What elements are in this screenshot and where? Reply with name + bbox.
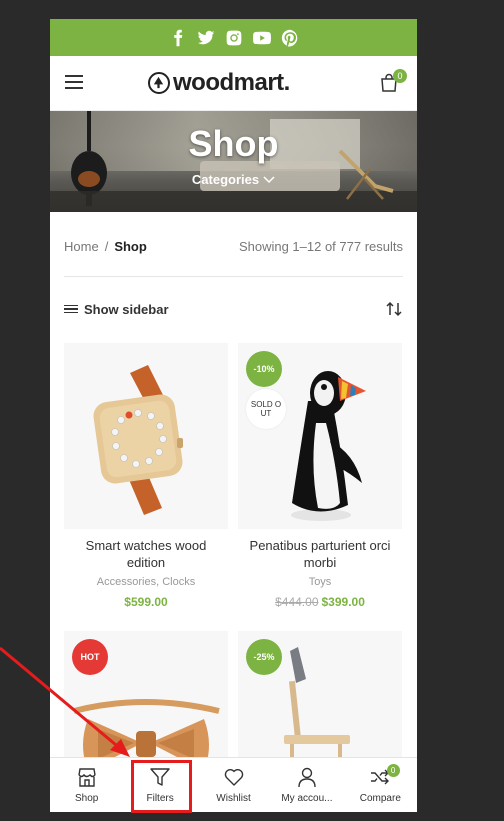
- discount-badge: -25%: [246, 639, 282, 675]
- shop-banner: Shop Categories: [50, 111, 417, 212]
- nav-wishlist-label: Wishlist: [216, 793, 251, 804]
- sold-out-text: SOLD O: [250, 400, 282, 409]
- discount-badge: -10%: [246, 351, 282, 387]
- menu-icon[interactable]: [65, 75, 83, 89]
- site-header: woodmart. 0: [50, 56, 417, 111]
- product-price: $444.00 $399.00: [238, 595, 402, 609]
- product-image[interactable]: -10% SOLD O UT: [238, 343, 402, 529]
- shop-toolbar: Show sidebar: [64, 301, 403, 317]
- wooden-watch-image: [93, 365, 183, 515]
- nav-shop-label: Shop: [75, 793, 99, 804]
- pinterest-icon[interactable]: [281, 29, 299, 47]
- breadcrumb-home-link[interactable]: Home: [64, 239, 99, 254]
- heart-icon: [224, 769, 243, 786]
- bottom-navigation: Shop Filters Wishlist My accou... Compar…: [50, 757, 417, 812]
- product-name[interactable]: Smart watches wood edition: [64, 537, 228, 571]
- show-sidebar-button[interactable]: Show sidebar: [64, 302, 169, 317]
- nav-compare[interactable]: Compare 0: [344, 758, 417, 812]
- page-title: Shop: [188, 123, 279, 164]
- product-name[interactable]: Penatibus parturient orci morbi: [238, 537, 402, 571]
- user-icon: [298, 767, 316, 788]
- nav-my-account-label: My accou...: [281, 793, 333, 804]
- logo-text: woodmart.: [173, 69, 290, 96]
- product-categories[interactable]: Toys: [238, 576, 402, 588]
- sort-icon[interactable]: [385, 301, 403, 317]
- sold-out-text: UT: [260, 409, 272, 418]
- product-card[interactable]: -10% SOLD O UT Penatibus parturient orci…: [238, 343, 402, 609]
- site-logo[interactable]: woodmart.: [148, 69, 290, 97]
- nav-my-account[interactable]: My accou...: [270, 758, 343, 812]
- facebook-icon[interactable]: [169, 29, 187, 47]
- nav-wishlist[interactable]: Wishlist: [197, 758, 270, 812]
- annotation-arrow: [0, 646, 130, 757]
- list-icon: [64, 303, 78, 316]
- breadcrumb-row: Home / Shop Showing 1–12 of 777 results: [64, 239, 403, 254]
- nav-compare-label: Compare: [359, 793, 401, 804]
- product-categories[interactable]: Accessories, Clocks: [64, 576, 228, 588]
- instagram-icon[interactable]: [225, 29, 243, 47]
- annotation-highlight-box: [131, 760, 192, 813]
- results-count: Showing 1–12 of 777 results: [238, 239, 403, 254]
- breadcrumb: Home / Shop: [64, 239, 147, 254]
- show-sidebar-label: Show sidebar: [84, 301, 169, 317]
- categories-dropdown[interactable]: Categories: [50, 172, 417, 187]
- breadcrumb-current: Shop: [114, 239, 147, 254]
- sold-out-badge: SOLD O UT: [246, 389, 286, 429]
- product-image[interactable]: [64, 343, 228, 529]
- youtube-icon[interactable]: [252, 29, 271, 47]
- cart-count-badge: 0: [393, 69, 407, 83]
- divider: [64, 276, 403, 277]
- tree-icon: [148, 72, 170, 94]
- social-bar: [50, 19, 417, 56]
- old-price: $444.00: [275, 595, 319, 609]
- breadcrumb-separator: /: [104, 239, 109, 254]
- product-card[interactable]: Smart watches wood edition Accessories, …: [64, 343, 228, 609]
- sale-price: $399.00: [321, 595, 365, 609]
- categories-label: Categories: [191, 172, 260, 187]
- twitter-icon[interactable]: [197, 29, 215, 47]
- nav-shop[interactable]: Shop: [50, 758, 123, 812]
- product-price: $599.00: [124, 595, 168, 609]
- compare-count-badge: 0: [386, 764, 400, 777]
- store-icon: [78, 768, 96, 787]
- chevron-down-icon: [263, 175, 275, 183]
